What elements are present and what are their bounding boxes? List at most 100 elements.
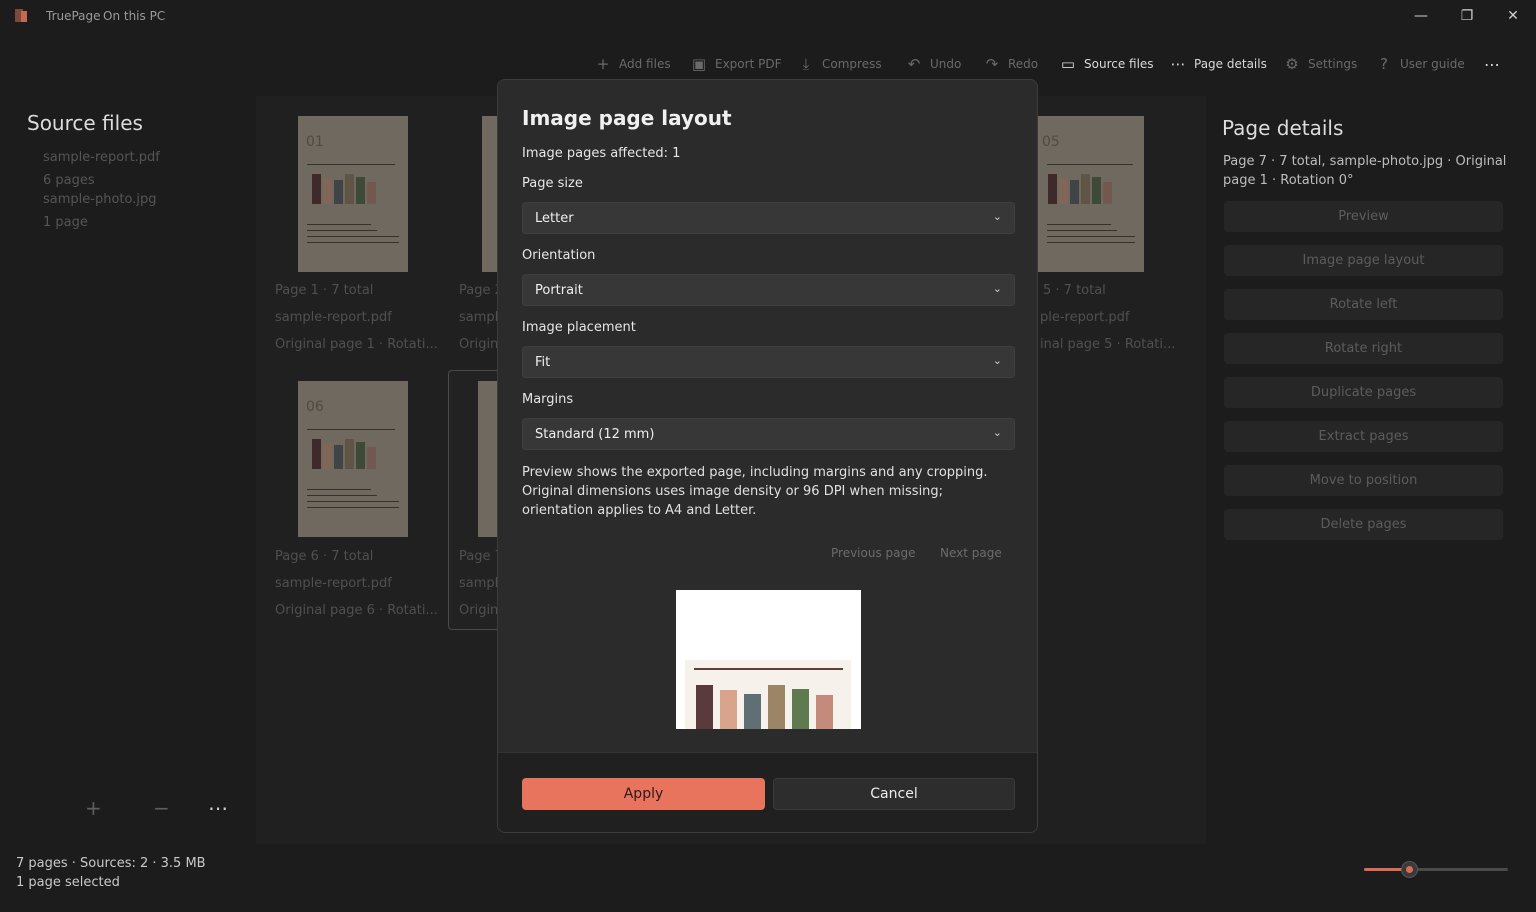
minimize-button[interactable]: —: [1398, 0, 1444, 32]
move-to-position-button[interactable]: Move to position: [1224, 465, 1503, 496]
plus-icon: +: [596, 55, 610, 73]
page-card-info: Origin: [459, 603, 499, 618]
cancel-button[interactable]: Cancel: [773, 778, 1015, 810]
page-card-source: sample-report.pdf: [275, 576, 392, 591]
redo-button[interactable]: ↷ Redo: [984, 50, 1038, 78]
source-panel-title: Source files: [27, 111, 143, 135]
image-placement-label: Image placement: [522, 320, 636, 335]
remove-source-button[interactable]: −: [153, 796, 170, 820]
close-window-button[interactable]: ✕: [1490, 0, 1536, 32]
chevron-down-icon: ⌄: [992, 210, 1002, 223]
undo-label: Undo: [930, 57, 962, 71]
next-page-button[interactable]: Next page: [940, 546, 1002, 560]
source-file-name[interactable]: sample-photo.jpg: [43, 192, 156, 207]
page-number-label: 06: [306, 399, 324, 415]
rotate-left-button[interactable]: Rotate left: [1224, 289, 1503, 320]
user-guide-button[interactable]: ? User guide: [1376, 50, 1465, 78]
undo-icon: ↶: [907, 55, 921, 73]
image-placement-select[interactable]: Fit ⌄: [522, 346, 1015, 378]
page-number-label: 01: [306, 134, 324, 150]
page-card-source: ple-report.pdf: [1040, 310, 1130, 325]
page-card-info: Original page 1 · Rotati...: [275, 337, 438, 352]
page-card-title: Page 6 · 7 total: [275, 549, 374, 564]
status-selection: 1 page selected: [16, 875, 120, 890]
page-size-label: Page size: [522, 176, 583, 191]
page-card-source: sampl: [459, 576, 499, 591]
dialog-footer: Apply Cancel: [498, 752, 1037, 832]
chevron-down-icon: ⌄: [992, 354, 1002, 367]
title-bar: TruePage On this PC — ❐ ✕: [0, 0, 1536, 32]
source-file-pages: 6 pages: [43, 173, 95, 188]
orientation-label: Orientation: [522, 248, 596, 263]
gear-icon: ⚙: [1285, 55, 1299, 73]
page-thumbnail[interactable]: [478, 381, 497, 537]
zoom-slider-thumb[interactable]: [1401, 861, 1418, 878]
page-number-label: 05: [1042, 134, 1060, 150]
download-icon: ⤓: [802, 55, 810, 73]
page-details-label: Page details: [1194, 57, 1267, 71]
compress-label: Compress: [822, 57, 882, 71]
page-card-title: Page 1 · 7 total: [275, 283, 374, 298]
page-thumbnail[interactable]: 05: [1038, 116, 1144, 272]
add-source-button[interactable]: +: [85, 796, 102, 820]
page-card-info: Origin: [459, 337, 499, 352]
preview-button[interactable]: Preview: [1224, 201, 1503, 232]
image-placement-value: Fit: [535, 355, 551, 370]
duplicate-pages-button[interactable]: Duplicate pages: [1224, 377, 1503, 408]
previous-page-button[interactable]: Previous page: [831, 546, 916, 560]
image-page-layout-button[interactable]: Image page layout: [1224, 245, 1503, 276]
page-details-button[interactable]: ⋯ Page details: [1170, 50, 1267, 78]
chevron-down-icon: ⌄: [992, 282, 1002, 295]
source-files-label: Source files: [1084, 57, 1154, 71]
settings-button[interactable]: ⚙ Settings: [1284, 50, 1357, 78]
rotate-right-button[interactable]: Rotate right: [1224, 333, 1503, 364]
export-pdf-label: Export PDF: [715, 57, 782, 71]
details-panel-title: Page details: [1222, 116, 1344, 140]
app-logo-icon: [15, 9, 29, 23]
user-guide-label: User guide: [1400, 57, 1465, 71]
page-thumbnail[interactable]: 06: [298, 381, 408, 537]
extract-pages-button[interactable]: Extract pages: [1224, 421, 1503, 452]
question-icon: ?: [1380, 55, 1388, 73]
compress-button[interactable]: ⤓ Compress: [798, 50, 882, 78]
page-card-source: sampl: [459, 310, 499, 325]
page-thumbnail[interactable]: [482, 116, 497, 272]
margins-value: Standard (12 mm): [535, 427, 655, 442]
add-files-label: Add files: [619, 57, 671, 71]
app-name: TruePage: [46, 9, 101, 23]
source-files-button[interactable]: ▭ Source files: [1060, 50, 1154, 78]
details-panel-subtitle: Page 7 · 7 total, sample-photo.jpg · Ori…: [1223, 154, 1507, 188]
margins-label: Margins: [522, 392, 574, 407]
export-pdf-button[interactable]: ▣ Export PDF: [691, 50, 782, 78]
app-location: On this PC: [103, 9, 166, 23]
page-card-info: inal page 5 · Rotati...: [1040, 337, 1176, 352]
page-card-title: 5 · 7 total: [1043, 283, 1106, 298]
image-page-layout-dialog: Image page layout Image pages affected: …: [497, 79, 1038, 833]
source-file-name[interactable]: sample-report.pdf: [43, 150, 160, 165]
apply-button[interactable]: Apply: [522, 778, 765, 810]
page-card-source: sample-report.pdf: [275, 310, 392, 325]
toolbar: + Add files ▣ Export PDF ⤓ Compress ↶ Undo ↷…: [0, 50, 1536, 78]
preview-note: Preview shows the exported page, includi…: [522, 465, 988, 518]
page-size-select[interactable]: Letter ⌄: [522, 202, 1015, 234]
export-preview-page: [676, 590, 861, 729]
redo-icon: ↷: [985, 55, 999, 73]
margins-select[interactable]: Standard (12 mm) ⌄: [522, 418, 1015, 450]
undo-button[interactable]: ↶ Undo: [906, 50, 962, 78]
page-card-info: Original page 6 · Rotati...: [275, 603, 438, 618]
preview-image: [685, 660, 851, 729]
orientation-value: Portrait: [535, 283, 583, 298]
zoom-slider[interactable]: [1364, 868, 1508, 871]
more-options-button[interactable]: ⋯: [1484, 50, 1500, 78]
chevron-down-icon: ⌄: [992, 426, 1002, 439]
orientation-select[interactable]: Portrait ⌄: [522, 274, 1015, 306]
status-summary: 7 pages · Sources: 2 · 3.5 MB: [16, 856, 206, 871]
source-more-button[interactable]: ⋯: [208, 796, 228, 820]
affected-count-text: Image pages affected: 1: [522, 146, 681, 161]
delete-pages-button[interactable]: Delete pages: [1224, 509, 1503, 540]
maximize-button[interactable]: ❐: [1444, 0, 1490, 32]
save-icon: ▣: [691, 55, 707, 73]
add-files-button[interactable]: + Add files: [595, 50, 671, 78]
page-thumbnail[interactable]: 01: [298, 116, 408, 272]
more-horizontal-icon: ⋯: [1170, 55, 1186, 73]
